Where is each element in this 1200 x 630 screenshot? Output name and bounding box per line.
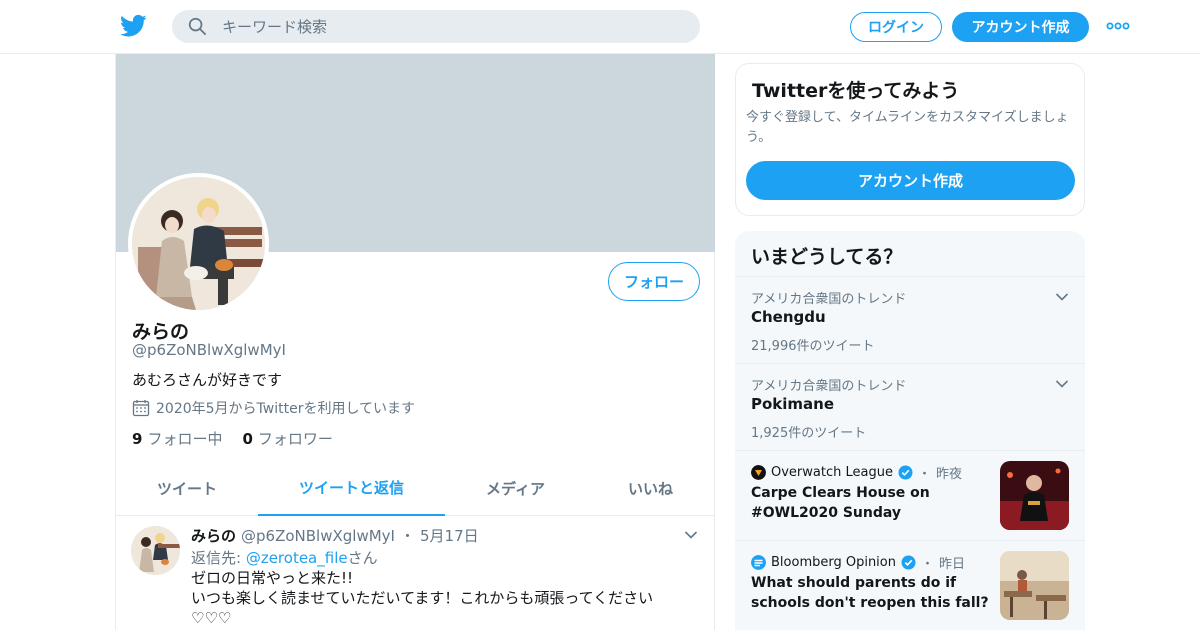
tweet-header: みらの @p6ZoNBlwXglwMyI ・ 5月17日 [191,525,479,546]
search-input[interactable] [222,10,682,43]
login-button[interactable]: ログイン [850,12,942,42]
trends-card: いまどうしてる？ アメリカ合衆国のトレンド Chengdu 21,996件のツイ… [735,231,1085,630]
bloomberg-opinion-logo-icon [751,555,766,570]
follow-button[interactable]: フォロー [608,262,700,301]
trend-count: 21,996件のツイート [751,339,875,354]
chevron-down-icon[interactable] [1055,292,1069,302]
tweet-date[interactable]: 5月17日 [420,525,479,546]
avatar-illustration [132,177,265,310]
profile-joined-date: 2020年5月からTwitterを利用しています [132,398,415,418]
signup-card: Twitterを使ってみよう 今すぐ登録して、タイムラインをカスタマイズしましょ… [735,63,1085,216]
profile-column: フォロー みらの @p6ZoNBlwXglwMyI あむろさんが好きです 202… [115,54,715,630]
tweet-author-name[interactable]: みらの [191,525,236,546]
trend-count: 1,925件のツイート [751,426,867,441]
top-bar: ログイン アカウント作成 [0,0,1200,54]
profile-display-name: みらの [132,321,190,343]
news-item[interactable]: Overwatch League ・ 昨夜 Carpe Clears House… [735,450,1085,540]
profile-avatar[interactable] [128,173,269,314]
trend-meta: アメリカ合衆国のトレンド [751,379,907,394]
news-headline: Carpe Clears House on #OWL2020 Sunday [751,485,930,521]
signup-card-button[interactable]: アカウント作成 [746,161,1075,200]
tweet-text: ゼロの日常やっと来た!! いつも楽しく読ませていただいてます！これからも頑張って… [191,569,654,627]
trend-name: Pokimane [751,395,835,413]
trend-item[interactable]: アメリカ合衆国のトレンド Chengdu 21,996件のツイート [735,276,1085,363]
tab-tweets[interactable]: ツイート [116,461,258,516]
verified-badge-icon [898,465,913,480]
tab-media[interactable]: メディア [445,461,586,516]
search-icon [188,17,206,35]
news-source: Overwatch League ・ 昨夜 [751,463,962,482]
trend-item[interactable]: アメリカ合衆国のトレンド Pokimane 1,925件のツイート [735,363,1085,450]
news-thumbnail[interactable] [1000,461,1069,530]
signup-card-subtitle: 今すぐ登録して、タイムラインをカスタマイズしましょう。 [746,110,1069,145]
twitter-logo-icon[interactable] [120,14,147,38]
news-source: Bloomberg Opinion ・ 昨日 [751,553,965,572]
joined-text: 2020年5月からTwitterを利用しています [156,401,416,417]
verified-badge-icon [901,555,916,570]
trend-name: Chengdu [751,308,826,326]
overwatch-league-logo-icon [751,465,766,480]
tweet-avatar[interactable] [131,526,180,575]
followers-count-link[interactable]: 0 フォロワー [242,428,332,449]
chevron-down-icon[interactable] [1055,379,1069,389]
tweet-reply-to: 返信先: @zerotea_fileさん [191,549,378,567]
profile-bio: あむろさんが好きです [132,371,283,389]
news-headline: What should parents do if schools don't … [751,575,989,611]
news-item[interactable]: Bloomberg Opinion ・ 昨日 What should paren… [735,540,1085,630]
signup-card-title: Twitterを使ってみよう [752,80,960,102]
tweet-author-handle[interactable]: @p6ZoNBlwXglwMyI [241,527,395,545]
following-count-link[interactable]: 9 フォロー中 [132,428,222,449]
trends-title: いまどうしてる？ [751,246,903,268]
chevron-down-icon[interactable] [684,530,698,540]
tab-tweets-and-replies[interactable]: ツイートと返信 [258,461,445,516]
profile-tabs: ツイート ツイートと返信 メディア いいね [116,461,715,516]
tab-likes[interactable]: いいね [586,461,715,516]
tweet-item[interactable]: みらの @p6ZoNBlwXglwMyI ・ 5月17日 返信先: @zerot… [116,516,715,630]
news-thumbnail[interactable] [1000,551,1069,620]
trend-meta: アメリカ合衆国のトレンド [751,292,907,307]
search-bar[interactable] [172,10,700,43]
more-options-icon[interactable] [1106,19,1130,33]
reply-to-link[interactable]: @zerotea_file [246,549,348,567]
signup-button[interactable]: アカウント作成 [952,12,1089,42]
profile-handle: @p6ZoNBlwXglwMyI [132,341,286,359]
follow-counts: 9 フォロー中 0 フォロワー [132,428,333,449]
tweet-separator: ・ [399,527,415,545]
calendar-icon [132,400,150,417]
